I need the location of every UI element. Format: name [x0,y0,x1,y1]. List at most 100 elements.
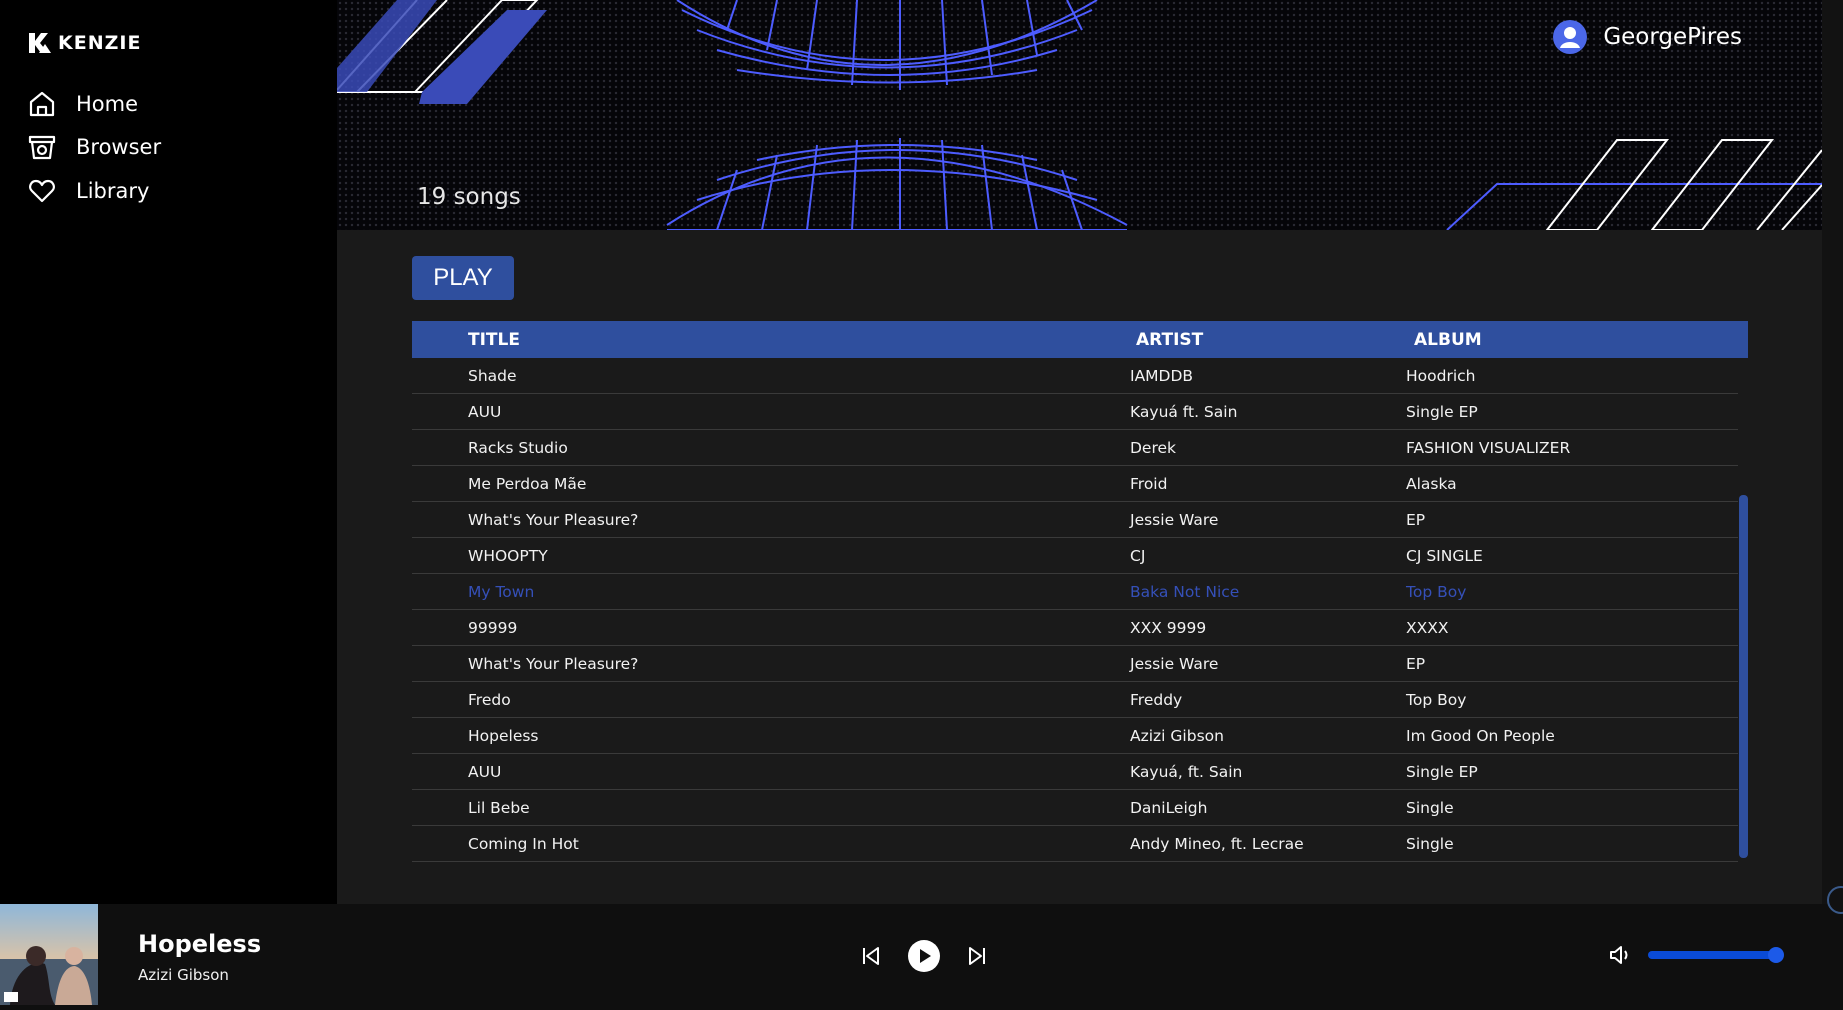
kenzie-logo[interactable]: KENZIE [27,30,141,56]
song-artist: Jessie Ware [1130,510,1219,529]
volume-slider-thumb[interactable] [1768,947,1784,963]
table-row[interactable]: Shade IAMDDB Hoodrich [412,358,1738,394]
play-icon [908,940,940,972]
song-album: FASHION VISUALIZER [1406,438,1571,457]
user-menu[interactable]: GeorgePires [1553,20,1742,54]
column-album-header[interactable]: ALBUM [1414,330,1482,350]
kenzie-logo-icon [29,33,51,53]
playback-controls [860,940,988,972]
song-album: Top Boy [1406,690,1467,709]
mute-button[interactable] [1608,944,1632,966]
song-album: Single EP [1406,402,1478,421]
song-title: WHOOPTY [468,546,548,565]
songs-count: 19 songs [417,184,521,210]
volume-icon [1610,946,1628,964]
album-cover [0,904,98,1005]
song-artist: CJ [1130,546,1146,565]
song-artist: Kayuá, ft. Sain [1130,762,1243,781]
skip-forward-icon [969,947,985,965]
sidebar-item-label: Library [76,178,150,203]
basket-icon [28,136,56,160]
song-artist: Derek [1130,438,1177,457]
song-artist: XXX 9999 [1130,618,1207,637]
home-icon [29,91,55,116]
song-album: Alaska [1406,474,1457,493]
table-row[interactable]: Lil Bebe DaniLeigh Single [412,790,1738,826]
songs-table: TITLE ARTIST ALBUM Shade IAMDDB Hoodrich AU… [412,321,1748,862]
song-title: Lil Bebe [468,798,530,817]
table-row[interactable]: Fredo Freddy Top Boy [412,682,1738,718]
play-pause-button[interactable] [908,940,940,972]
table-body: Shade IAMDDB Hoodrich AUU Kayuá ft. Sain Sing… [412,358,1738,862]
song-title: Coming In Hot [468,834,579,853]
skip-back-icon [863,947,879,965]
column-artist-header[interactable]: ARTIST [1136,330,1414,350]
sidebar-item-browser[interactable]: Browser [27,126,161,170]
song-album: EP [1406,654,1426,673]
sidebar-item-library[interactable]: Library [27,169,161,213]
table-row[interactable]: Hopeless Azizi Gibson Im Good On People [412,718,1738,754]
song-artist: Froid [1130,474,1168,493]
user-avatar-icon [1553,20,1588,54]
song-album: Top Boy [1406,582,1467,601]
song-title: My Town [468,582,535,601]
table-row[interactable]: My Town Baka Not Nice Top Boy [412,574,1738,610]
next-button[interactable] [966,945,988,967]
song-title: AUU [468,762,502,781]
logo-text: KENZIE [58,32,142,54]
table-row[interactable]: Me Perdoa Mãe Froid Alaska [412,466,1738,502]
now-playing-title: Hopeless [138,930,262,958]
volume-control [1608,944,1784,966]
song-title: AUU [468,402,502,421]
song-artist: Baka Not Nice [1130,582,1240,601]
song-title: Fredo [468,690,511,709]
table-row[interactable]: Racks Studio Derek FASHION VISUALIZER [412,430,1738,466]
previous-button[interactable] [860,945,882,967]
song-album: Single [1406,798,1454,817]
song-artist: IAMDDB [1130,366,1194,385]
song-title: What's Your Pleasure? [468,654,639,673]
song-album: Im Good On People [1406,726,1555,745]
song-title: Shade [468,366,517,385]
column-title-header[interactable]: TITLE [468,330,1136,350]
song-album: Single [1406,834,1454,853]
player-bar: Hopeless Azizi Gibson [0,904,1843,1010]
song-title: What's Your Pleasure? [468,510,639,529]
volume-slider[interactable] [1648,947,1784,963]
song-title: 99999 [468,618,518,637]
song-title: Me Perdoa Mãe [468,474,587,493]
sidebar-nav: Home Browser Library [27,82,161,213]
song-artist: Andy Mineo, ft. Lecrae [1130,834,1304,853]
song-album: EP [1406,510,1426,529]
playlist-banner: 19 songs GeorgePires [337,0,1822,230]
album-cover-art [0,904,98,1005]
song-album: XXXX [1406,618,1449,637]
song-artist: DaniLeigh [1130,798,1208,817]
table-row[interactable]: What's Your Pleasure? Jessie Ware EP [412,502,1738,538]
table-row[interactable]: AUU Kayuá, ft. Sain Single EP [412,754,1738,790]
song-artist: Azizi Gibson [1130,726,1224,745]
table-row[interactable]: What's Your Pleasure? Jessie Ware EP [412,646,1738,682]
song-title: Hopeless [468,726,539,745]
song-artist: Jessie Ware [1130,654,1219,673]
table-scrollbar[interactable] [1739,495,1748,858]
table-header: TITLE ARTIST ALBUM [412,321,1748,358]
table-row[interactable]: 99999 XXX 9999 XXXX [412,610,1738,646]
song-album: Single EP [1406,762,1478,781]
sidebar: KENZIE Home Browser Library [0,0,337,904]
username: GeorgePires [1603,24,1742,50]
main-content: 19 songs GeorgePires PLAY TITLE ARTIST A… [337,0,1822,904]
table-row[interactable]: AUU Kayuá ft. Sain Single EP [412,394,1738,430]
sidebar-item-home[interactable]: Home [27,82,161,126]
heart-icon [29,179,55,202]
song-title: Racks Studio [468,438,568,457]
song-album: Hoodrich [1406,366,1476,385]
sidebar-item-label: Browser [76,135,162,160]
song-artist: Freddy [1130,690,1183,709]
table-row[interactable]: WHOOPTY CJ CJ SINGLE [412,538,1738,574]
sidebar-item-label: Home [76,91,139,116]
now-playing-artist: Azizi Gibson [138,966,229,984]
song-album: CJ SINGLE [1406,546,1483,565]
play-button[interactable]: PLAY [412,256,514,300]
table-row[interactable]: Coming In Hot Andy Mineo, ft. Lecrae Singl… [412,826,1738,862]
